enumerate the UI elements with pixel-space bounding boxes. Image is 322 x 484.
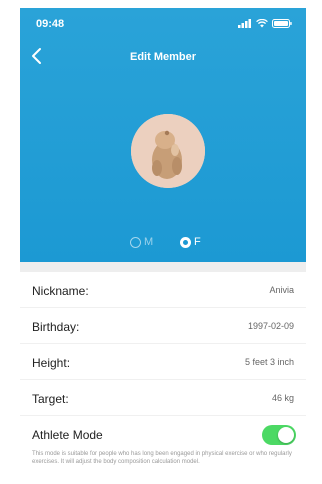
section-divider [20, 262, 306, 272]
field-label: Height: [32, 356, 71, 370]
page-title: Edit Member [129, 51, 196, 63]
profile-header: 09:48 Edit Member M F [20, 8, 306, 262]
athlete-mode-row: Athlete Mode [20, 416, 306, 452]
field-label: Birthday: [32, 320, 80, 334]
field-value: 5 feet 3 inch [244, 357, 294, 367]
field-value: 1997-02-09 [247, 321, 294, 331]
field-target[interactable]: Target: 46 kg [20, 380, 306, 416]
field-nickname[interactable]: Nickname: Anivia [20, 272, 306, 308]
athlete-mode-label: Athlete Mode [32, 428, 103, 442]
field-value: Anivia [269, 285, 294, 295]
field-label: Nickname: [32, 284, 89, 298]
status-bar: 09:48 [20, 8, 306, 38]
gender-male-label: M [144, 236, 154, 248]
radio-selected-icon [180, 236, 191, 248]
field-height[interactable]: Height: 5 feet 3 inch [20, 344, 306, 380]
athlete-mode-toggle[interactable] [262, 425, 296, 445]
gender-option-male[interactable]: M [130, 236, 153, 248]
battery-icon [272, 19, 292, 28]
status-icons [238, 19, 292, 28]
athlete-mode-note: This mode is suitable for people who has… [32, 451, 292, 465]
field-birthday[interactable]: Birthday: 1997-02-09 [20, 308, 306, 344]
avatar[interactable] [131, 114, 205, 188]
gender-option-female[interactable]: F [180, 236, 201, 248]
signal-icon [238, 19, 251, 28]
wifi-icon [256, 19, 268, 28]
member-fields: Nickname: Anivia Birthday: 1997-02-09 He… [20, 272, 306, 452]
radio-icon [130, 236, 141, 248]
toggle-knob [278, 427, 294, 443]
field-value: 46 kg [271, 393, 294, 403]
status-time: 09:48 [36, 18, 65, 30]
gender-female-label: F [194, 236, 201, 248]
field-label: Target: [32, 392, 69, 406]
baby-photo-icon [131, 114, 205, 188]
